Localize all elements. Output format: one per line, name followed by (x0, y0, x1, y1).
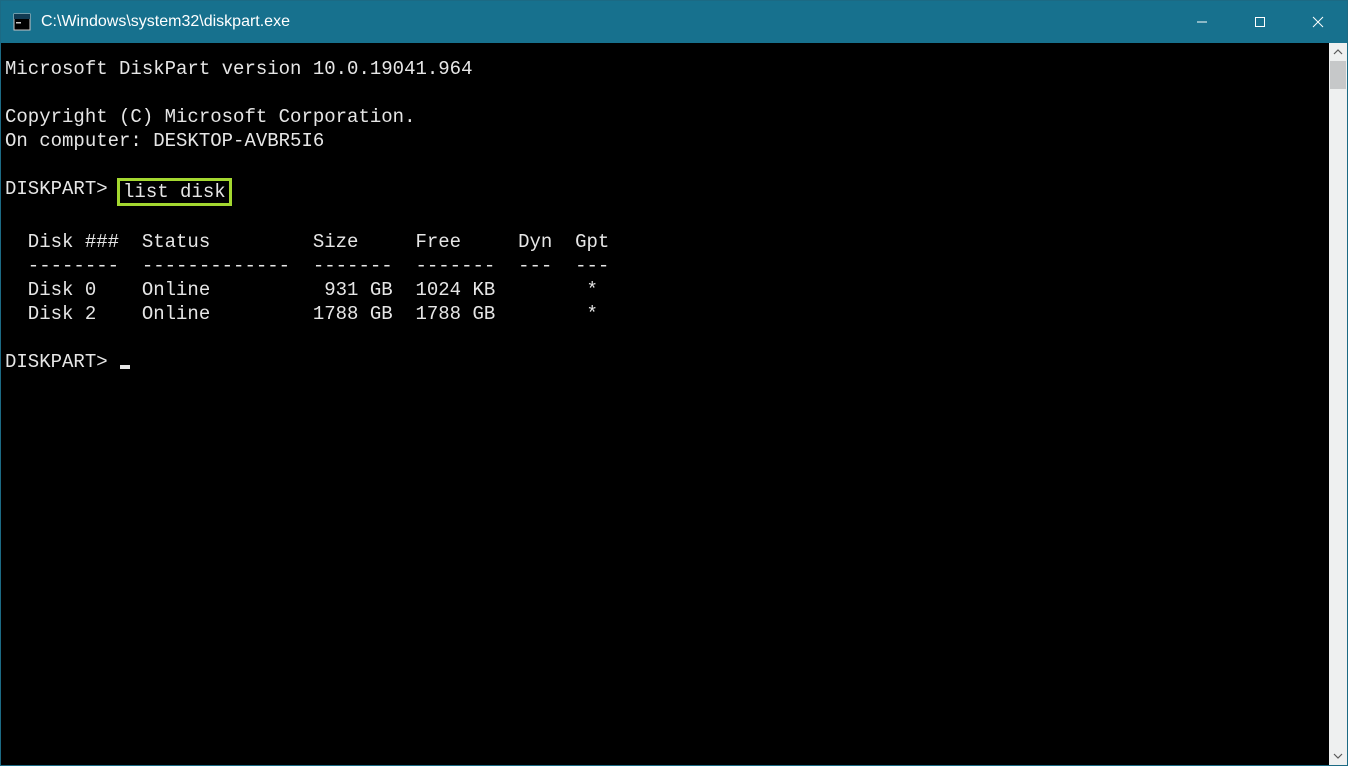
terminal-output[interactable]: Microsoft DiskPart version 10.0.19041.96… (1, 43, 1329, 765)
vertical-scrollbar[interactable] (1329, 43, 1347, 765)
window-title: C:\Windows\system32\diskpart.exe (41, 13, 1173, 31)
command-text: list disk (123, 181, 226, 203)
minimize-button[interactable] (1173, 1, 1231, 43)
version-line: Microsoft DiskPart version 10.0.19041.96… (5, 58, 472, 80)
diskpart-window: C:\Windows\system32\diskpart.exe Microso… (0, 0, 1348, 766)
table-row: Disk 0 Online 931 GB 1024 KB * (5, 279, 598, 301)
table-divider: -------- ------------- ------- ------- -… (5, 255, 609, 277)
table-row: Disk 2 Online 1788 GB 1788 GB * (5, 303, 598, 325)
table-header: Disk ### Status Size Free Dyn Gpt (5, 231, 609, 253)
prompt-1-prefix: DISKPART> (5, 178, 119, 200)
computer-line: On computer: DESKTOP-AVBR5I6 (5, 130, 324, 152)
scroll-thumb[interactable] (1330, 61, 1346, 89)
copyright-line: Copyright (C) Microsoft Corporation. (5, 106, 415, 128)
scroll-track[interactable] (1329, 61, 1347, 747)
titlebar[interactable]: C:\Windows\system32\diskpart.exe (1, 1, 1347, 43)
maximize-button[interactable] (1231, 1, 1289, 43)
scroll-up-arrow-icon[interactable] (1329, 43, 1347, 61)
close-button[interactable] (1289, 1, 1347, 43)
cursor (120, 365, 130, 369)
content-area: Microsoft DiskPart version 10.0.19041.96… (1, 43, 1347, 765)
window-controls (1173, 1, 1347, 43)
prompt-2: DISKPART> (5, 351, 119, 373)
command-highlight: list disk (117, 178, 232, 206)
scroll-down-arrow-icon[interactable] (1329, 747, 1347, 765)
app-icon (13, 13, 31, 31)
